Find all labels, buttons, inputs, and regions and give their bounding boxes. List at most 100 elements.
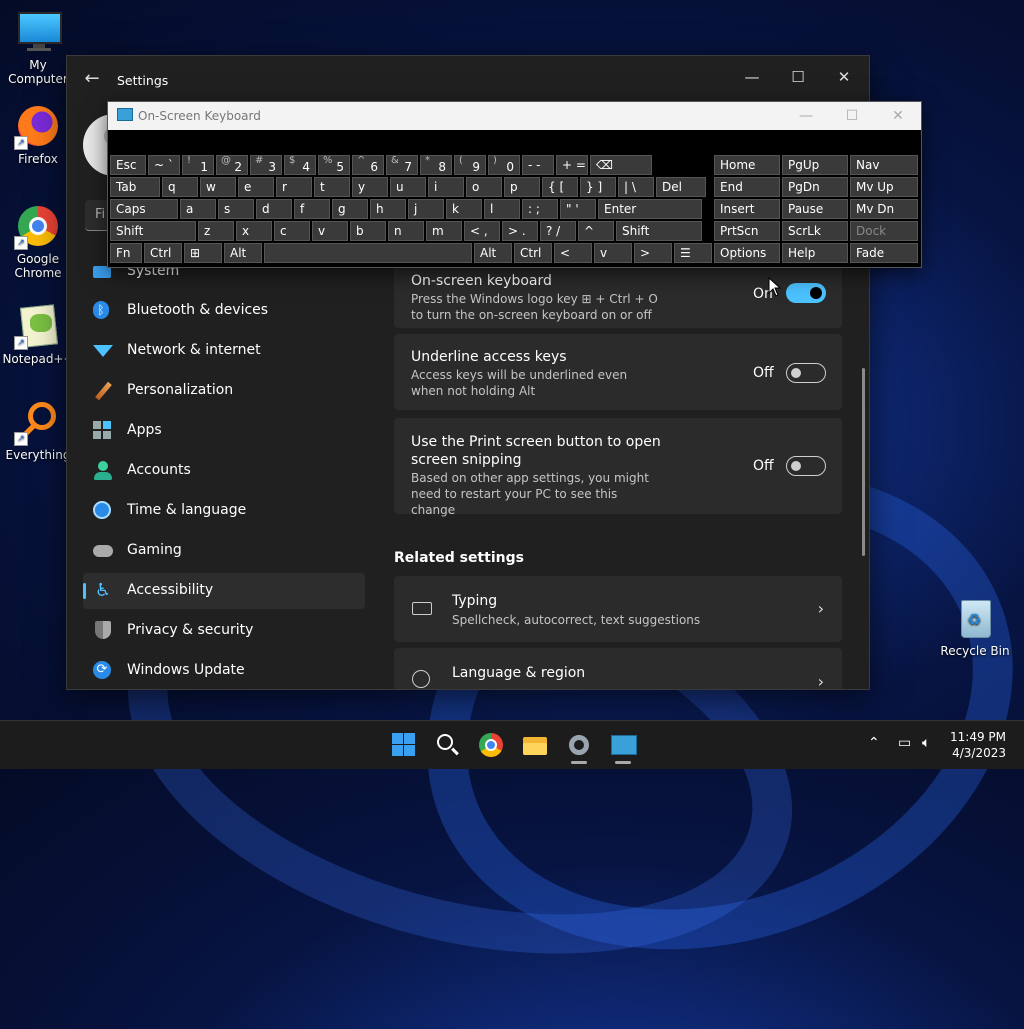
osk-key[interactable]: c [274,221,310,241]
osk-nav-key[interactable]: Options [714,243,780,263]
desktop-icon-recycle-bin[interactable]: ♻ Recycle Bin [937,596,1013,658]
desktop-icon-firefox[interactable]: ↗ Firefox [0,104,76,166]
file-explorer-icon[interactable] [521,731,549,759]
osk-key[interactable]: j [408,199,444,219]
osk-key[interactable]: Shift [616,221,702,241]
osk-key[interactable]: * 8 [420,155,452,175]
osk-key[interactable] [264,243,472,263]
sidebar-item-accounts[interactable]: Accounts [83,453,365,489]
osk-key[interactable]: x [236,221,272,241]
clock[interactable]: 11:49 PM 4/3/2023 [950,729,1006,761]
osk-nav-key[interactable]: Mv Dn [850,199,918,219]
osk-key[interactable]: Alt [224,243,262,263]
osk-key[interactable]: a [180,199,216,219]
sidebar-item-time-language[interactable]: Time & language [83,493,365,529]
osk-key[interactable]: u [390,177,426,197]
onscreen-keyboard-toggle[interactable] [786,283,826,303]
sidebar-item-privacy[interactable]: Privacy & security [83,613,365,649]
chevron-up-icon[interactable]: ⌃ [868,735,880,751]
osk-key[interactable]: ⊞ [184,243,222,263]
osk-key[interactable]: @2 [216,155,248,175]
osk-close-button[interactable]: ✕ [883,106,913,126]
sidebar-item-personalization[interactable]: Personalization [83,373,365,409]
sidebar-item-network[interactable]: Network & internet [83,333,365,369]
sidebar-item-bluetooth[interactable]: ᛒ Bluetooth & devices [83,293,365,329]
desktop-icon-notepadpp[interactable]: ↗ Notepad++ [0,304,76,366]
osk-key[interactable]: v [594,243,632,263]
back-arrow-icon[interactable]: ← [81,68,103,90]
volume-icon[interactable]: 🔈︎ [922,735,930,751]
osk-nav-key[interactable]: Mv Up [850,177,918,197]
sidebar-item-gaming[interactable]: Gaming [83,533,365,569]
osk-minimize-button[interactable]: — [791,106,821,126]
osk-key[interactable]: Del [656,177,706,197]
osk-key[interactable]: Fn [110,243,142,263]
scrollbar[interactable] [862,368,865,556]
chrome-icon[interactable] [477,731,505,759]
desktop-icon-my-computer[interactable]: My Computer [0,10,76,86]
osk-key[interactable]: Enter [598,199,702,219]
osk-key[interactable]: $4 [284,155,316,175]
maximize-button[interactable]: ☐ [775,62,821,92]
search-icon[interactable] [434,731,462,759]
osk-key[interactable]: { [ [542,177,578,197]
osk-key[interactable]: y [352,177,388,197]
osk-key[interactable]: ! 1 [182,155,214,175]
osk-key[interactable]: i [428,177,464,197]
osk-key[interactable]: h [370,199,406,219]
osk-key[interactable]: Ctrl [144,243,182,263]
osk-key[interactable]: ^ [578,221,614,241]
osk-key[interactable]: ☰ [674,243,712,263]
osk-nav-key[interactable]: Insert [714,199,780,219]
osk-nav-key[interactable]: PrtScn [714,221,780,241]
osk-key[interactable]: (9 [454,155,486,175]
start-icon[interactable] [390,731,418,759]
osk-key[interactable]: % 5 [318,155,350,175]
osk-key[interactable]: n [388,221,424,241]
osk-nav-key[interactable]: Fade [850,243,918,263]
osk-key[interactable]: w [200,177,236,197]
osk-key[interactable]: Ctrl [514,243,552,263]
osk-key[interactable]: g [332,199,368,219]
osk-key[interactable]: ^ 6 [352,155,384,175]
settings-gear-icon[interactable] [565,731,593,764]
osk-key[interactable]: l [484,199,520,219]
sidebar-item-accessibility[interactable]: ♿ Accessibility [83,573,365,609]
osk-key[interactable]: z [198,221,234,241]
sidebar-item-windows-update[interactable]: ⟳ Windows Update [83,653,365,689]
osk-key[interactable]: q [162,177,198,197]
osk-key[interactable]: > . [502,221,538,241]
osk-key[interactable]: ~ ` [148,155,180,175]
osk-key[interactable]: f [294,199,330,219]
osk-key[interactable]: Caps [110,199,178,219]
osk-nav-key[interactable]: PgDn [782,177,848,197]
underline-access-keys-toggle[interactable] [786,363,826,383]
osk-key[interactable]: p [504,177,540,197]
sidebar-item-apps[interactable]: Apps [83,413,365,449]
osk-key[interactable]: ⌫ [590,155,652,175]
close-button[interactable]: ✕ [821,62,867,92]
osk-key[interactable]: t [314,177,350,197]
osk-key[interactable]: #3 [250,155,282,175]
osk-key[interactable]: k [446,199,482,219]
osk-taskbar-icon[interactable] [609,731,637,764]
osk-key[interactable]: ) 0 [488,155,520,175]
osk-key[interactable]: v [312,221,348,241]
osk-nav-key[interactable]: ScrLk [782,221,848,241]
osk-key[interactable]: m [426,221,462,241]
osk-key[interactable]: Alt [474,243,512,263]
osk-nav-key[interactable]: Home [714,155,780,175]
osk-key[interactable]: Tab [110,177,160,197]
osk-key[interactable]: > [634,243,672,263]
related-item-language-region[interactable]: Language & region › [394,648,842,689]
osk-key[interactable]: b [350,221,386,241]
osk-key[interactable]: Esc [110,155,146,175]
osk-key[interactable]: + = [556,155,588,175]
osk-key[interactable]: | \ [618,177,654,197]
desktop-icon-everything[interactable]: ↗ Everything [0,400,76,462]
print-screen-toggle[interactable] [786,456,826,476]
osk-key[interactable]: s [218,199,254,219]
minimize-button[interactable]: — [729,62,775,92]
desktop-icon-chrome[interactable]: ↗ Google Chrome [0,204,76,280]
osk-nav-key[interactable]: End [714,177,780,197]
